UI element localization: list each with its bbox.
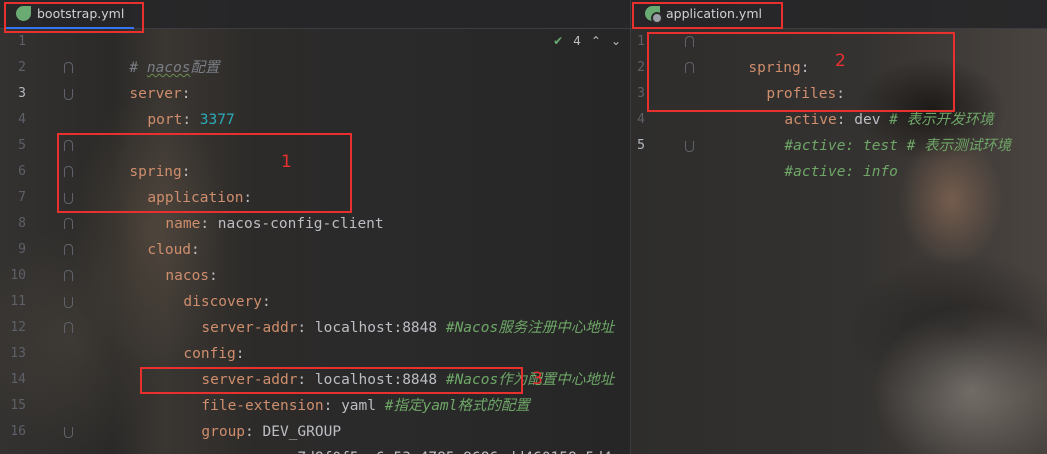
line-number: 7 [18,190,26,205]
code-line-9: nacos: [113,237,217,284]
fold-marker-icon[interactable] [64,244,73,255]
line-number: 6 [18,164,26,179]
yaml-key: namespace [201,450,280,454]
yaml-colon: : [200,216,218,232]
code-line-12: config: [131,315,244,362]
yaml-value: localhost:8848 [314,320,446,336]
yaml-colon: : [280,450,297,454]
application-editor-pane[interactable]: application.yml 1 2 3 4 5 spring: profil… [631,0,1047,454]
fold-marker-icon[interactable] [64,218,73,229]
code-line-16: namespace: 7d8f0f5a-6a53-4785-9686-dd460… [149,419,611,454]
code-line-3: port: 3377 [95,81,234,128]
line-number-current: 3 [18,86,26,101]
code-line-15: group: DEV_GROUP [149,393,341,440]
fold-marker-icon[interactable] [64,427,73,438]
line-number: 2 [637,60,645,75]
yaml-value: nacos-config-client [217,216,384,232]
inspection-count: 4 [573,34,581,48]
highlight-box-3 [140,367,523,394]
yaml-comment: #active: info [784,164,898,180]
highlight-box-tab [632,2,783,29]
code-line-10: discovery: [131,263,270,310]
line-number: 9 [18,242,26,257]
line-number: 10 [10,268,26,283]
line-number: 8 [18,216,26,231]
fold-marker-icon[interactable] [64,297,73,308]
highlight-box-2 [647,32,955,112]
comment-text: 配置 [190,60,220,76]
highlight-box-tab [4,2,144,33]
line-number: 12 [10,320,26,335]
code-line-2: server: [77,55,190,102]
yaml-comment: #Nacos服务注册中心地址 [445,320,615,336]
fold-marker-icon[interactable] [64,62,73,73]
line-number: 2 [18,60,26,75]
line-number-current: 5 [637,138,645,153]
annotation-label-2: 2 [835,51,846,71]
highlight-box-1 [57,133,352,213]
line-number: 4 [637,112,645,127]
yaml-value: 3377 [199,112,235,128]
line-number: 14 [10,372,26,387]
yaml-colon: : [182,112,200,128]
line-number: 5 [18,138,26,153]
check-icon: ✔ [553,34,564,48]
annotation-label-3: 3 [532,369,543,389]
yaml-key: port [147,112,183,128]
yaml-value: yaml [341,398,385,414]
next-highlight-icon[interactable]: ⌄ [611,34,621,48]
fold-marker-icon[interactable] [64,322,73,333]
line-number: 15 [10,398,26,413]
previous-highlight-icon[interactable]: ⌃ [591,34,601,48]
yaml-colon: : [297,320,315,336]
fold-marker-icon[interactable] [64,89,73,100]
code-line-13: server-addr: localhost:8848 #Nacos作为配置中心… [149,341,614,388]
bootstrap-editor-pane[interactable]: bootstrap.yml ✔ 4 ⌃ ⌄ 1 2 3 4 5 6 7 8 9 … [0,0,631,454]
line-number: 16 [10,424,26,439]
fold-marker-icon[interactable] [64,270,73,281]
line-number: 11 [10,294,26,309]
code-line-11: server-addr: localhost:8848 #Nacos服务注册中心… [149,289,614,336]
line-number: 3 [637,86,645,101]
line-number: 4 [18,112,26,127]
yaml-value: 7d8f0f5a-6a53-4785-9686-dd460158e5d4 [297,450,611,454]
line-number-gutter: 1 2 3 4 5 6 7 8 9 10 11 12 13 14 15 16 [0,29,73,454]
inspection-widget[interactable]: ✔ 4 ⌃ ⌄ [553,34,621,48]
line-number: 1 [637,34,645,49]
code-line-8: cloud: [95,211,199,258]
line-number: 13 [10,346,26,361]
annotation-label-1: 1 [281,152,292,172]
code-line-5: #active: info [732,133,898,180]
fold-marker-icon[interactable] [685,141,694,152]
yaml-comment: #指定yaml格式的配置 [384,398,530,414]
